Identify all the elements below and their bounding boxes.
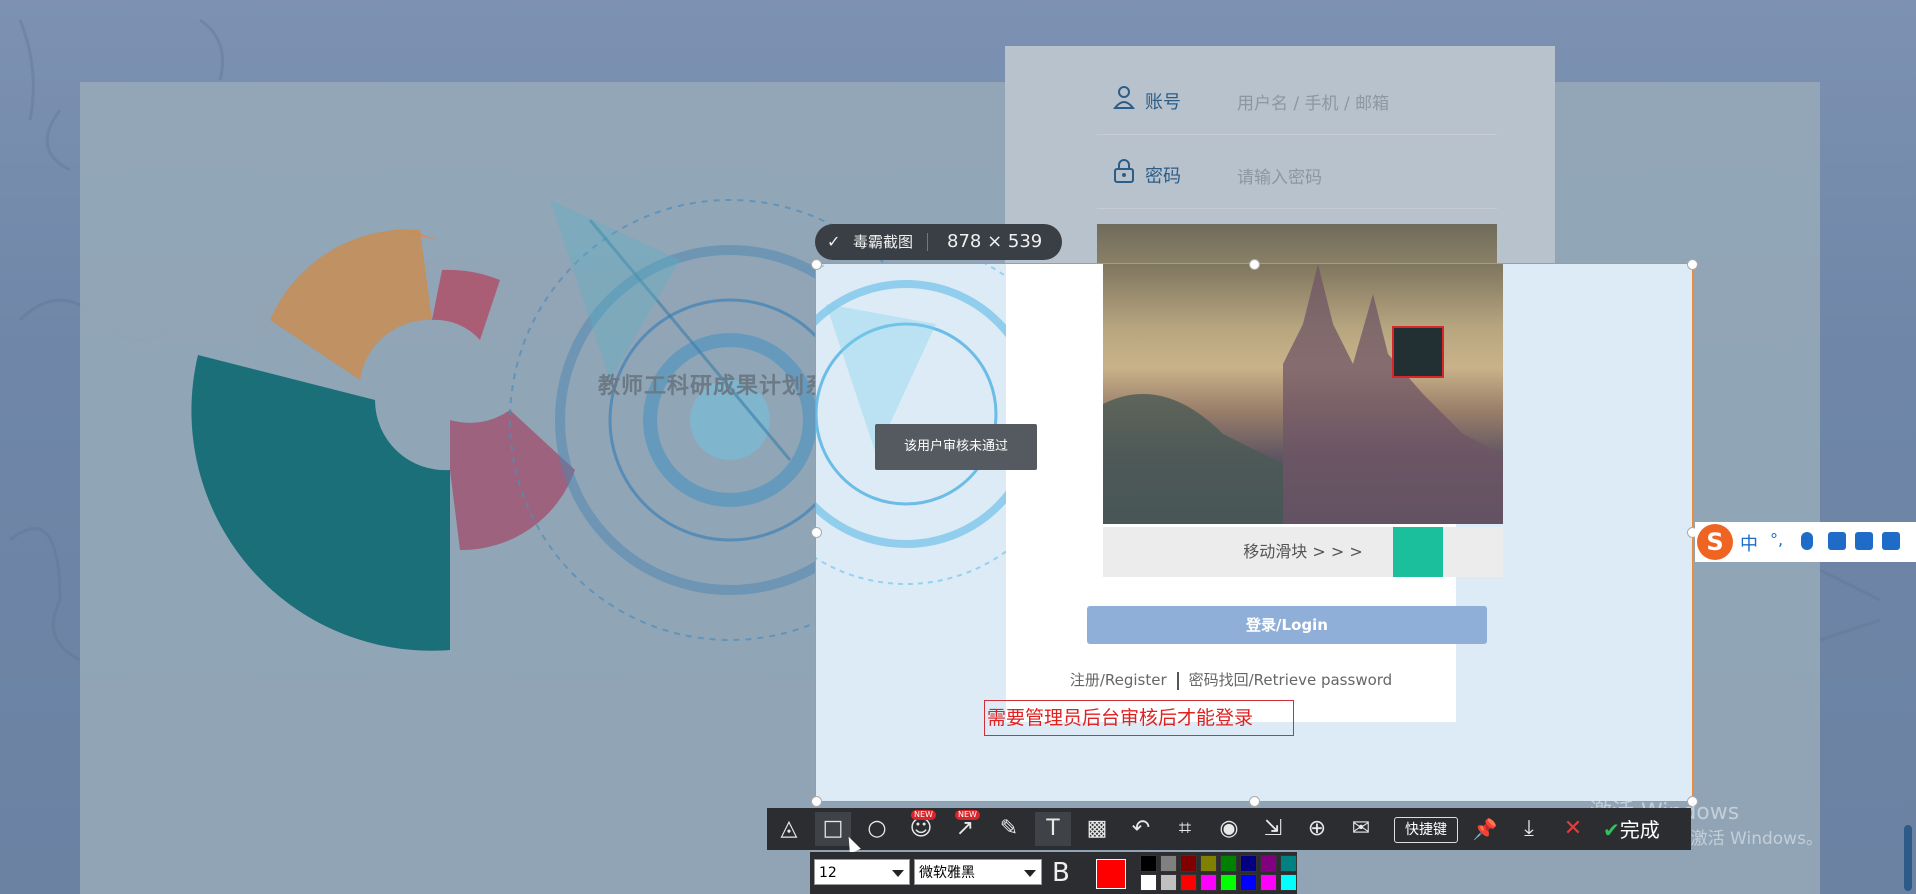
slider-hint: 移动滑块 > > > — [1243, 542, 1363, 561]
error-toast: 该用户审核未通过 — [875, 424, 1037, 470]
done-button[interactable]: ✔完成 — [1603, 814, 1660, 843]
download-icon[interactable]: ⤓ — [1511, 812, 1547, 846]
chevron-down-icon — [1024, 870, 1036, 877]
ellipse-icon[interactable]: ○ — [859, 812, 895, 846]
account-field[interactable]: 账号 用户名 / 手机 / 邮箱 — [1097, 62, 1497, 135]
bold-button[interactable]: B — [1052, 858, 1070, 888]
color-swatch[interactable] — [1280, 874, 1297, 891]
font-family-value: 微软雅黑 — [919, 865, 975, 881]
screenshot-toolbar: ◬ □ ○ ☺ NEW ↗ NEW ✎ T ▩ ↶ ⌗ ◉ ⇲ ⊕ ✉ 快捷键 📌 … — [767, 808, 1691, 850]
color-swatch[interactable] — [1200, 855, 1217, 872]
lock-icon — [1114, 159, 1134, 183]
tool-brand: 毒霸截图 — [853, 233, 914, 251]
slider-handle[interactable] — [1393, 527, 1443, 577]
shape-tool-icon[interactable]: ◬ — [771, 812, 807, 846]
new-badge: NEW — [911, 810, 936, 820]
password-field[interactable]: 密码 请输入密码 — [1097, 136, 1497, 209]
punctuation-toggle[interactable]: °, — [1770, 530, 1783, 549]
password-input[interactable]: 请输入密码 — [1237, 163, 1322, 188]
site-title: 教师工科研成果计划系统 — [598, 374, 852, 399]
resize-handle-w[interactable] — [811, 527, 822, 538]
keyboard-icon[interactable] — [1828, 532, 1846, 550]
hotkey-button[interactable]: 快捷键 — [1394, 817, 1458, 843]
user-icon — [1113, 86, 1135, 109]
resize-handle-nw[interactable] — [811, 259, 822, 270]
tooltip-divider — [927, 233, 928, 251]
microphone-icon[interactable] — [1801, 532, 1813, 550]
color-swatch[interactable] — [1220, 855, 1237, 872]
ime-mode-toggle[interactable]: 中 — [1740, 530, 1758, 556]
account-input[interactable]: 用户名 / 手机 / 邮箱 — [1237, 89, 1389, 114]
record-icon[interactable]: ◉ — [1211, 812, 1247, 846]
font-size-select[interactable]: 12 — [814, 859, 910, 885]
selection-size: 878 × 539 — [947, 231, 1043, 252]
color-swatch[interactable] — [1280, 855, 1297, 872]
color-swatch[interactable] — [1140, 874, 1157, 891]
ocr-icon[interactable]: ⌗ — [1167, 812, 1203, 846]
scrollbar-thumb[interactable] — [1904, 825, 1912, 891]
add-capture-icon[interactable]: ⊕ — [1299, 812, 1335, 846]
arrow-button[interactable]: ↗ NEW — [947, 810, 983, 846]
cancel-icon[interactable]: ✕ — [1555, 812, 1591, 846]
color-swatch[interactable] — [1180, 874, 1197, 891]
slider-captcha[interactable]: 移动滑块 > > > — [1103, 527, 1503, 577]
font-size-value: 12 — [819, 865, 837, 881]
color-swatch[interactable] — [1260, 874, 1277, 891]
done-label: 完成 — [1619, 818, 1660, 842]
current-color-swatch[interactable] — [1096, 859, 1126, 889]
auth-links: 注册/Register 密码找回/Retrieve password — [1006, 669, 1456, 690]
login-card-selected: 移动滑块 > > > 登录/Login 注册/Register 密码找回/Retr… — [1006, 264, 1503, 722]
sogou-logo-icon[interactable]: S — [1697, 524, 1733, 560]
new-badge: NEW — [955, 810, 980, 820]
chevron-down-icon — [892, 870, 904, 877]
sogou-ime-bar: S 中 °, — [1695, 522, 1916, 562]
resize-handle-n[interactable] — [1249, 259, 1260, 270]
check-icon: ✔ — [1603, 818, 1620, 842]
undo-icon[interactable]: ↶ — [1123, 812, 1159, 846]
resize-handle-sw[interactable] — [811, 796, 822, 807]
emoji-button[interactable]: ☺ NEW — [903, 810, 939, 846]
account-label: 账号 — [1145, 92, 1181, 113]
login-button[interactable]: 登录/Login — [1087, 606, 1487, 644]
color-swatch[interactable] — [1160, 855, 1177, 872]
castle-illustration — [1103, 264, 1503, 524]
color-swatch[interactable] — [1260, 855, 1277, 872]
marker-icon[interactable]: ✎ — [991, 812, 1027, 846]
captcha-puzzle-image — [1103, 264, 1503, 524]
resize-handle-ne[interactable] — [1687, 259, 1698, 270]
color-swatch[interactable] — [1200, 874, 1217, 891]
color-swatch[interactable] — [1240, 855, 1257, 872]
register-link[interactable]: 注册/Register — [1070, 671, 1167, 689]
skin-icon[interactable] — [1855, 532, 1873, 550]
password-label: 密码 — [1145, 166, 1181, 187]
annotation-text-box[interactable]: 需要管理员后台审核后才能登录 — [984, 700, 1294, 736]
color-swatch[interactable] — [1140, 855, 1157, 872]
comment-icon[interactable]: ✉ — [1343, 812, 1379, 846]
text-options-bar: 12 微软雅黑 B — [810, 852, 1297, 894]
color-swatch[interactable] — [1180, 855, 1197, 872]
mosaic-icon[interactable]: ▩ — [1079, 812, 1115, 846]
link-divider — [1176, 671, 1179, 690]
pin-icon[interactable]: 📌 — [1467, 812, 1503, 846]
duba-logo-icon: ✓ — [827, 232, 841, 251]
resize-handle-s[interactable] — [1249, 796, 1260, 807]
selection-tech-graphic — [816, 264, 1006, 585]
color-swatch[interactable] — [1240, 874, 1257, 891]
color-swatch[interactable] — [1160, 874, 1177, 891]
toolbox-icon[interactable] — [1882, 532, 1900, 550]
retrieve-password-link[interactable]: 密码找回/Retrieve password — [1189, 671, 1393, 689]
font-family-select[interactable]: 微软雅黑 — [914, 859, 1042, 885]
text-icon[interactable]: T — [1035, 812, 1071, 846]
selection-size-tooltip: ✓ 毒霸截图 878 × 539 — [815, 224, 1062, 260]
captcha-image-top — [1097, 224, 1497, 264]
long-screenshot-icon[interactable]: ⇲ — [1255, 812, 1291, 846]
color-swatch[interactable] — [1220, 874, 1237, 891]
